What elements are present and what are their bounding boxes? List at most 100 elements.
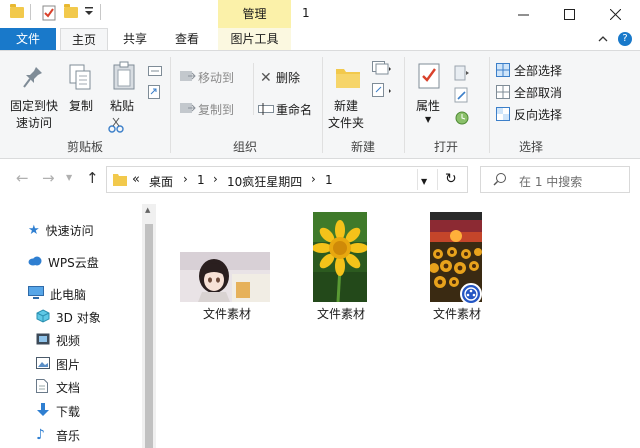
properties-button[interactable]: 属性 bbox=[416, 97, 440, 114]
video-player-icon bbox=[460, 283, 482, 305]
search-input[interactable]: 在 1 中搜索 bbox=[480, 166, 630, 193]
breadcrumb-separator: › bbox=[311, 172, 316, 186]
rename-icon bbox=[258, 103, 274, 118]
breadcrumb-desktop[interactable]: 桌面 bbox=[149, 173, 173, 190]
pin-quick-access-label-1[interactable]: 固定到快 bbox=[10, 97, 58, 114]
recent-locations-icon[interactable]: ▼ bbox=[66, 173, 72, 182]
cube-icon bbox=[36, 308, 50, 326]
search-icon bbox=[493, 172, 507, 189]
open-group-label: 打开 bbox=[433, 140, 458, 154]
tab-home[interactable]: 主页 bbox=[60, 28, 108, 51]
file-thumbnail-anime[interactable] bbox=[180, 252, 270, 302]
breadcrumb-current[interactable]: 1 bbox=[325, 173, 333, 187]
file-name[interactable]: 文件素材 bbox=[293, 305, 389, 322]
nav-item-label: 图片 bbox=[56, 357, 81, 372]
nav-item-music[interactable]: ♪ 音乐 bbox=[36, 425, 80, 445]
divider bbox=[437, 169, 438, 190]
file-name[interactable]: 文件素材 bbox=[409, 305, 505, 322]
music-icon: ♪ bbox=[36, 427, 45, 443]
back-arrow-icon[interactable]: ← bbox=[16, 169, 29, 187]
address-bar[interactable]: « 桌面 › 1 › 10疯狂星期四 › 1 ▼ ↻ bbox=[106, 166, 468, 193]
breadcrumb-1[interactable]: 1 bbox=[197, 173, 205, 187]
nav-item-label: 音乐 bbox=[56, 428, 81, 443]
forward-arrow-icon[interactable]: → bbox=[42, 169, 55, 187]
title-bar: 管理 1 bbox=[0, 0, 640, 28]
star-icon: ★ bbox=[28, 222, 40, 238]
pin-quick-access-label-2[interactable]: 速访问 bbox=[16, 114, 52, 131]
select-all-button[interactable]: 全部选择 bbox=[514, 62, 562, 79]
rename-button[interactable]: 重命名 bbox=[276, 101, 312, 118]
group-divider bbox=[253, 63, 254, 115]
paste-shortcut-icon[interactable] bbox=[148, 85, 160, 102]
separator bbox=[30, 4, 31, 20]
nav-item-wps-cloud[interactable]: WPS云盘 bbox=[28, 252, 99, 272]
breadcrumb-separator: › bbox=[183, 172, 188, 186]
pin-icon bbox=[22, 65, 44, 92]
copy-to-button[interactable]: 复制到 bbox=[198, 101, 234, 118]
paste-button[interactable]: 粘贴 bbox=[110, 97, 134, 114]
minimize-button[interactable] bbox=[500, 0, 546, 28]
new-folder-icon bbox=[335, 65, 361, 92]
nav-item-3d-objects[interactable]: 3D 对象 bbox=[36, 307, 101, 327]
cut-icon[interactable] bbox=[108, 117, 124, 136]
delete-icon: ✕ bbox=[260, 70, 272, 86]
tab-view[interactable]: 查看 bbox=[164, 28, 210, 50]
nav-scrollbar-thumb[interactable] bbox=[145, 224, 153, 448]
separator bbox=[100, 4, 101, 20]
file-name[interactable]: 文件素材 bbox=[179, 305, 275, 322]
cloud-icon bbox=[28, 255, 42, 269]
tab-file[interactable]: 文件 bbox=[0, 28, 56, 50]
move-to-icon bbox=[180, 69, 196, 86]
divider bbox=[417, 169, 418, 190]
select-all-icon bbox=[496, 63, 510, 80]
select-none-button[interactable]: 全部取消 bbox=[514, 84, 562, 101]
window-title: 1 bbox=[302, 6, 310, 20]
move-to-button[interactable]: 移动到 bbox=[198, 69, 234, 86]
new-folder-quick-icon[interactable] bbox=[64, 4, 78, 18]
breadcrumb-crazy-thursday[interactable]: 10疯狂星期四 bbox=[227, 173, 302, 190]
overflow-chevron[interactable]: « bbox=[132, 172, 140, 187]
new-folder-label-1[interactable]: 新建 bbox=[334, 97, 358, 114]
customize-quick-access-icon[interactable] bbox=[84, 4, 94, 18]
address-dropdown-icon[interactable]: ▼ bbox=[421, 177, 427, 186]
copy-path-icon[interactable] bbox=[148, 65, 162, 79]
help-icon[interactable]: ? bbox=[618, 32, 632, 46]
nav-item-videos[interactable]: 视频 bbox=[36, 330, 80, 350]
file-thumbnail-flower[interactable] bbox=[312, 212, 368, 303]
ribbon-tabs: 文件 主页 共享 查看 图片工具 ? bbox=[0, 28, 640, 51]
delete-button[interactable]: 删除 bbox=[276, 69, 300, 86]
maximize-button[interactable] bbox=[546, 0, 592, 28]
picture-icon bbox=[36, 356, 50, 372]
nav-item-documents[interactable]: 文档 bbox=[36, 377, 80, 397]
tab-picture-tools[interactable]: 图片工具 bbox=[218, 28, 291, 50]
new-folder-label-2[interactable]: 文件夹 bbox=[328, 114, 364, 131]
invert-selection-button[interactable]: 反向选择 bbox=[514, 106, 562, 123]
folder-icon bbox=[10, 4, 24, 18]
nav-item-quick-access[interactable]: ★ 快速访问 bbox=[28, 220, 94, 240]
up-arrow-icon[interactable]: ↑ bbox=[86, 169, 99, 187]
scroll-up-icon[interactable]: ▲ bbox=[145, 206, 150, 214]
open-icon[interactable] bbox=[454, 65, 470, 84]
properties-dropdown-icon[interactable]: ▼ bbox=[425, 115, 431, 124]
nav-item-this-pc[interactable]: 此电脑 bbox=[28, 284, 86, 304]
group-divider bbox=[322, 57, 323, 153]
close-button[interactable] bbox=[592, 0, 638, 28]
new-group-label: 新建 bbox=[350, 140, 375, 154]
clipboard-group-label: 剪贴板 bbox=[66, 140, 103, 154]
properties-quick-icon[interactable] bbox=[42, 5, 56, 21]
history-icon[interactable] bbox=[454, 109, 470, 128]
edit-icon[interactable] bbox=[454, 87, 470, 106]
tab-share[interactable]: 共享 bbox=[112, 28, 158, 50]
new-item-icon[interactable] bbox=[372, 61, 392, 78]
manage-context-tab[interactable]: 管理 bbox=[218, 0, 291, 28]
nav-item-pictures[interactable]: 图片 bbox=[36, 354, 80, 374]
group-divider bbox=[404, 57, 405, 153]
easy-access-icon[interactable] bbox=[372, 83, 392, 100]
search-placeholder: 在 1 中搜索 bbox=[519, 175, 583, 189]
nav-item-downloads[interactable]: 下载 bbox=[36, 401, 80, 421]
file-list-area[interactable] bbox=[157, 199, 640, 448]
refresh-icon[interactable]: ↻ bbox=[445, 171, 457, 187]
download-icon bbox=[36, 402, 50, 420]
collapse-ribbon-icon[interactable] bbox=[598, 33, 608, 47]
copy-button[interactable]: 复制 bbox=[69, 97, 93, 114]
